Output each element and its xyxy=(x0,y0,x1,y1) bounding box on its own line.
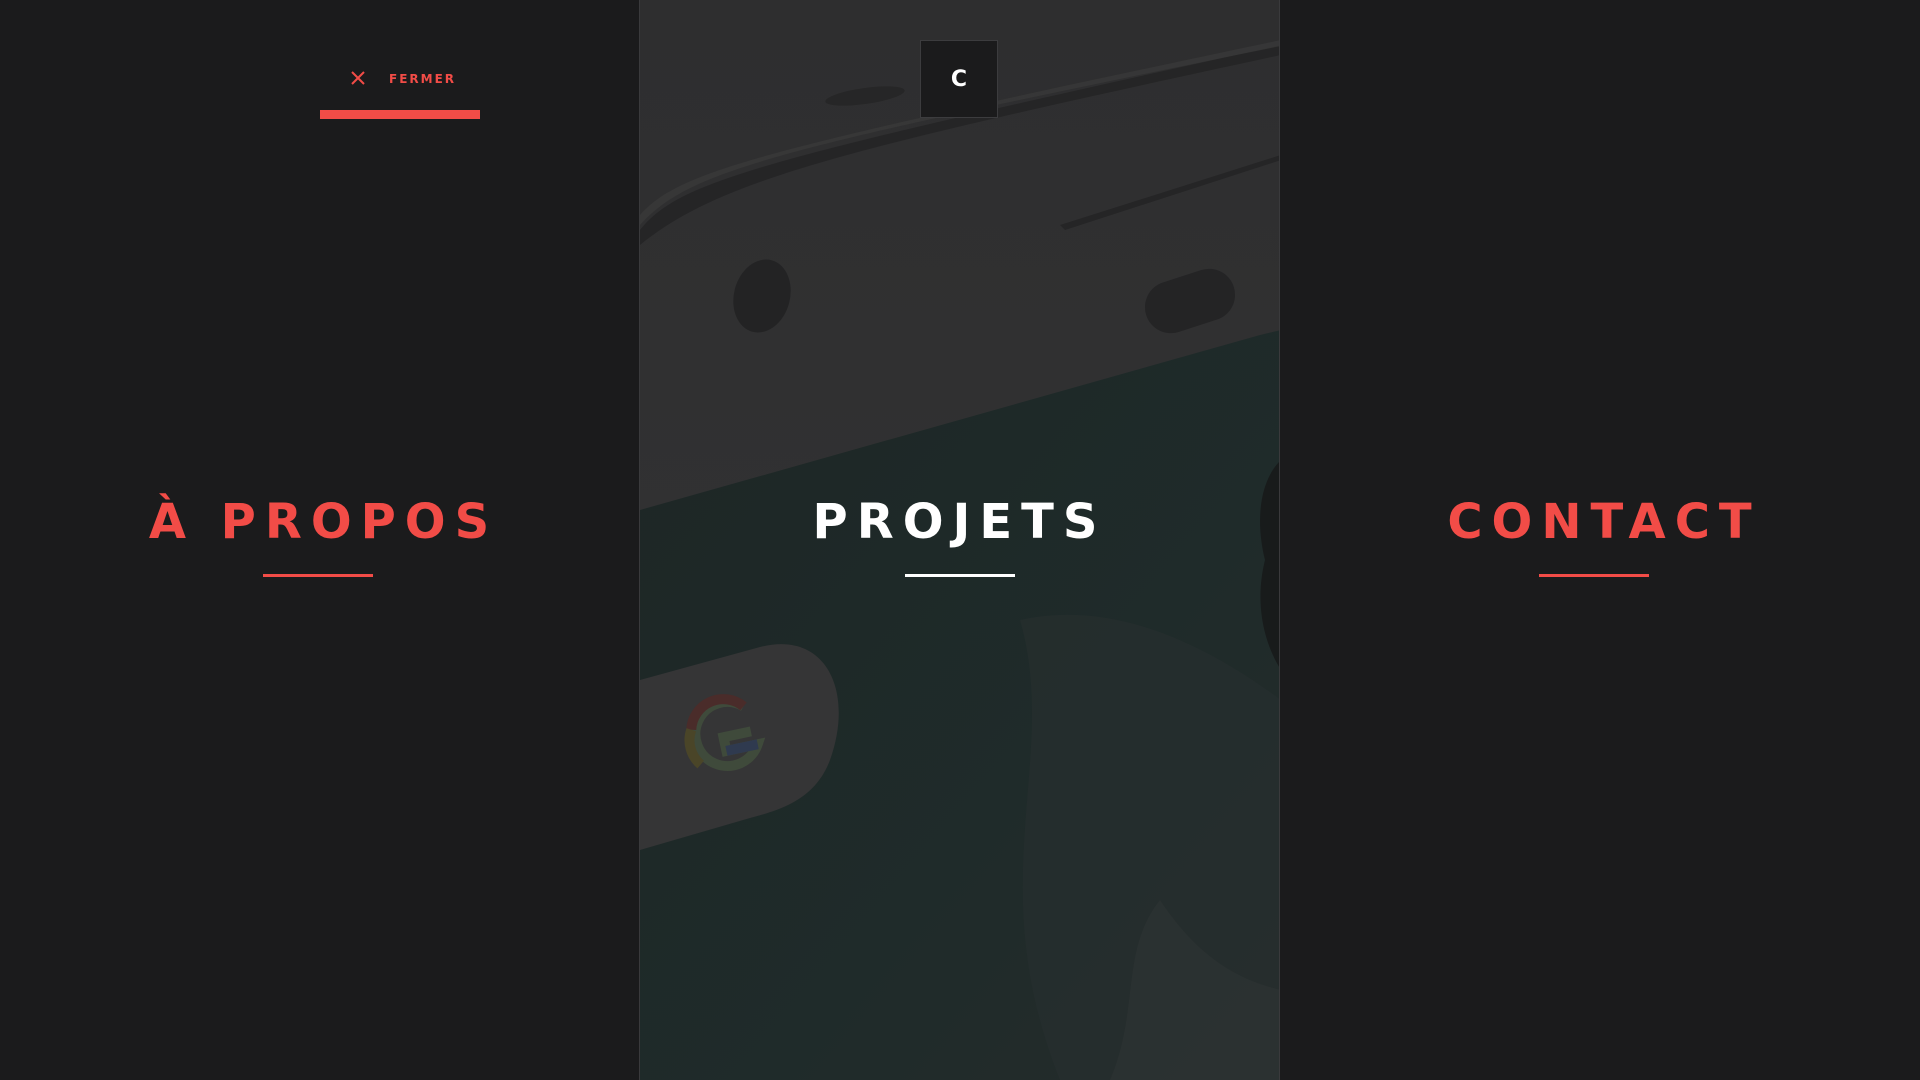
menu-overlay: À PROPOS PROJETS CONTACT FERMER C xyxy=(0,0,1920,1080)
close-menu-underline xyxy=(320,110,480,119)
site-logo-letter: C xyxy=(950,66,968,92)
close-icon xyxy=(351,71,365,85)
close-menu-label: FERMER xyxy=(389,72,457,86)
nav-contact-underline xyxy=(1539,574,1649,577)
nav-contact-label[interactable]: CONTACT xyxy=(1288,490,1920,555)
nav-projects-link[interactable]: PROJETS xyxy=(640,490,1279,577)
projects-panel[interactable]: PROJETS xyxy=(639,0,1280,1080)
site-logo[interactable]: C xyxy=(920,40,998,118)
nav-contact-link[interactable]: CONTACT xyxy=(1280,490,1920,577)
nav-about-underline xyxy=(263,574,373,577)
nav-about-label[interactable]: À PROPOS xyxy=(8,490,639,555)
nav-projects-label[interactable]: PROJETS xyxy=(640,490,1279,555)
contact-panel[interactable]: CONTACT xyxy=(1280,0,1920,1080)
close-menu-button[interactable]: FERMER xyxy=(320,62,480,120)
nav-projects-underline xyxy=(904,574,1015,577)
about-panel[interactable]: À PROPOS xyxy=(0,0,639,1080)
nav-about-link[interactable]: À PROPOS xyxy=(0,490,639,577)
